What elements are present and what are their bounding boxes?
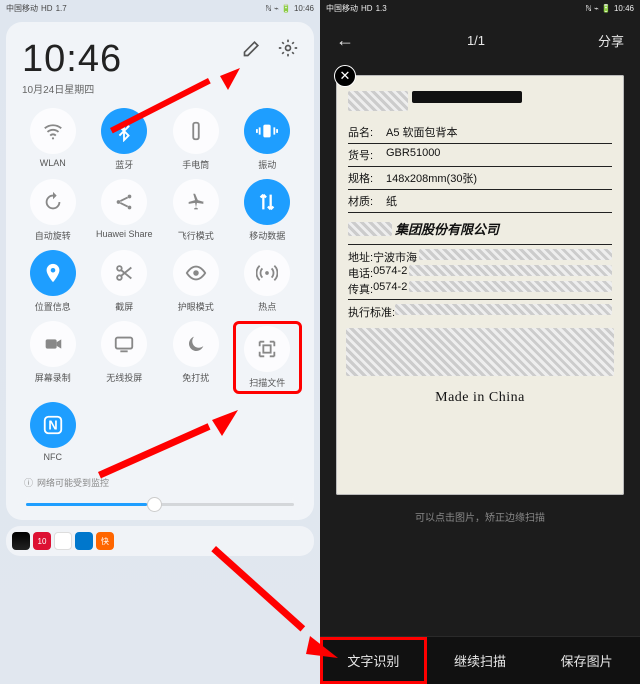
app-icon[interactable]: [54, 532, 72, 550]
tile-label: 飞行模式: [178, 229, 214, 242]
field-val: GBR51000: [386, 147, 440, 163]
eye-icon[interactable]: [173, 250, 219, 296]
scanned-label: 品名:A5 软面包背本 货号:GBR51000 规格:148x208mm(30张…: [336, 75, 624, 495]
tile-label: NFC: [44, 452, 63, 462]
rotate-icon[interactable]: [30, 179, 76, 225]
hint-text: 可以点击图片，矫正边缘扫描: [320, 509, 640, 524]
status-time: 10:46: [614, 4, 634, 13]
qs-tile-record[interactable]: 屏幕录制: [18, 321, 88, 394]
share-button[interactable]: 分享: [598, 31, 624, 50]
slider-thumb[interactable]: [147, 497, 162, 512]
qs-tile-pin[interactable]: 位置信息: [18, 250, 88, 313]
save-button[interactable]: 保存图片: [533, 637, 640, 684]
field-val: 宁波市海: [373, 249, 417, 265]
svg-text:N: N: [48, 418, 57, 433]
field-key: 规格:: [348, 170, 386, 186]
company-name: 集团股份有限公司: [395, 219, 499, 238]
qs-tile-data[interactable]: 移动数据: [233, 179, 303, 242]
continue-button[interactable]: 继续扫描: [427, 637, 534, 684]
back-icon[interactable]: ←: [336, 30, 354, 51]
plane-icon[interactable]: [173, 179, 219, 225]
field-val: 148x208mm(30张): [386, 170, 477, 186]
qs-tile-share[interactable]: Huawei Share: [90, 179, 160, 242]
field-key: 执行标准:: [348, 304, 395, 320]
pin-icon[interactable]: [30, 250, 76, 296]
net-speed: 1.3: [376, 4, 387, 13]
made-in: Made in China: [348, 386, 612, 406]
cast-icon[interactable]: [101, 321, 147, 367]
qs-tile-plane[interactable]: 飞行模式: [161, 179, 231, 242]
data-icon[interactable]: [244, 179, 290, 225]
vib-icon[interactable]: [244, 108, 290, 154]
qs-tile-moon[interactable]: 免打扰: [161, 321, 231, 394]
info-icon: ⓘ: [24, 476, 33, 489]
tile-label: 截屏: [115, 300, 133, 313]
edit-icon[interactable]: [242, 38, 262, 58]
app-icon[interactable]: 快: [96, 532, 114, 550]
tile-label: 无线投屏: [106, 371, 142, 384]
qs-tile-cast[interactable]: 无线投屏: [90, 321, 160, 394]
qs-tile-wifi[interactable]: WLAN: [18, 108, 88, 171]
field-key: 货号:: [348, 147, 386, 163]
tile-label: 自动旋转: [35, 229, 71, 242]
status-time: 10:46: [294, 4, 314, 13]
scan-preview[interactable]: ✕ 品名:A5 软面包背本 货号:GBR51000 规格:148x208mm(3…: [336, 75, 624, 495]
wifi-icon[interactable]: [30, 108, 76, 154]
field-key: 电话:: [348, 265, 373, 281]
scanner-header: ← 1/1 分享: [320, 16, 640, 65]
gear-icon[interactable]: [278, 38, 298, 58]
scanner-actions: 文字识别 继续扫描 保存图片: [320, 636, 640, 684]
nfc-icon[interactable]: N: [30, 402, 76, 448]
field-key: 传真:: [348, 281, 373, 297]
qs-tile-vib[interactable]: 振动: [233, 108, 303, 171]
qs-tile-nfc[interactable]: N NFC: [18, 402, 88, 462]
tile-label: 蓝牙: [115, 158, 133, 171]
brightness-slider[interactable]: [26, 503, 294, 506]
status-bar-left: 中国移动 HD 1.7 ℕ ⌁ 🔋 10:46: [0, 0, 320, 16]
annotation-arrow: [100, 68, 240, 153]
field-key: 地址:: [348, 249, 373, 265]
tile-label: 免打扰: [182, 371, 209, 384]
field-key: 品名:: [348, 124, 386, 140]
qs-tile-eye[interactable]: 护眼模式: [161, 250, 231, 313]
tile-label: 扫描文件: [249, 376, 285, 389]
scissors-icon[interactable]: [101, 250, 147, 296]
tile-label: 护眼模式: [178, 300, 214, 313]
tile-label: 振动: [258, 158, 276, 171]
net-speed: 1.7: [56, 4, 67, 13]
tile-label: 移动数据: [249, 229, 285, 242]
field-val: A5 软面包背本: [386, 124, 458, 140]
scan-icon[interactable]: [244, 326, 290, 372]
app-icon[interactable]: [12, 532, 30, 550]
page-count: 1/1: [467, 33, 485, 48]
qs-tile-scan[interactable]: 扫描文件: [233, 321, 303, 394]
status-bar-right: 中国移动 HD 1.3 ℕ ⌁ 🔋 10:46: [320, 0, 640, 16]
annotation-arrow: [92, 410, 242, 495]
field-key: 材质:: [348, 193, 386, 209]
tile-label: Huawei Share: [96, 229, 153, 239]
carrier-1: 中国移动: [326, 3, 358, 14]
tile-label: 热点: [258, 300, 276, 313]
hotspot-icon[interactable]: [244, 250, 290, 296]
tile-label: WLAN: [40, 158, 66, 168]
field-val: 0574-2: [373, 265, 407, 281]
close-icon[interactable]: ✕: [334, 65, 356, 87]
app-icon[interactable]: [75, 532, 93, 550]
field-val: 0574-2: [373, 281, 407, 297]
scanner-pane: 中国移动 HD 1.3 ℕ ⌁ 🔋 10:46 ← 1/1 分享 ✕ 品名:A5…: [320, 0, 640, 684]
annotation-arrow: [210, 540, 350, 675]
carrier-1: 中国移动: [6, 3, 38, 14]
qs-tile-scissors[interactable]: 截屏: [90, 250, 160, 313]
qs-tile-rotate[interactable]: 自动旋转: [18, 179, 88, 242]
tile-label: 位置信息: [35, 300, 71, 313]
tile-label: 屏幕录制: [35, 371, 71, 384]
tile-label: 手电筒: [182, 158, 209, 171]
share-icon[interactable]: [101, 179, 147, 225]
record-icon[interactable]: [30, 321, 76, 367]
app-icon[interactable]: 10: [33, 532, 51, 550]
moon-icon[interactable]: [173, 321, 219, 367]
qs-tile-hotspot[interactable]: 热点: [233, 250, 303, 313]
field-val: 纸: [386, 193, 397, 209]
